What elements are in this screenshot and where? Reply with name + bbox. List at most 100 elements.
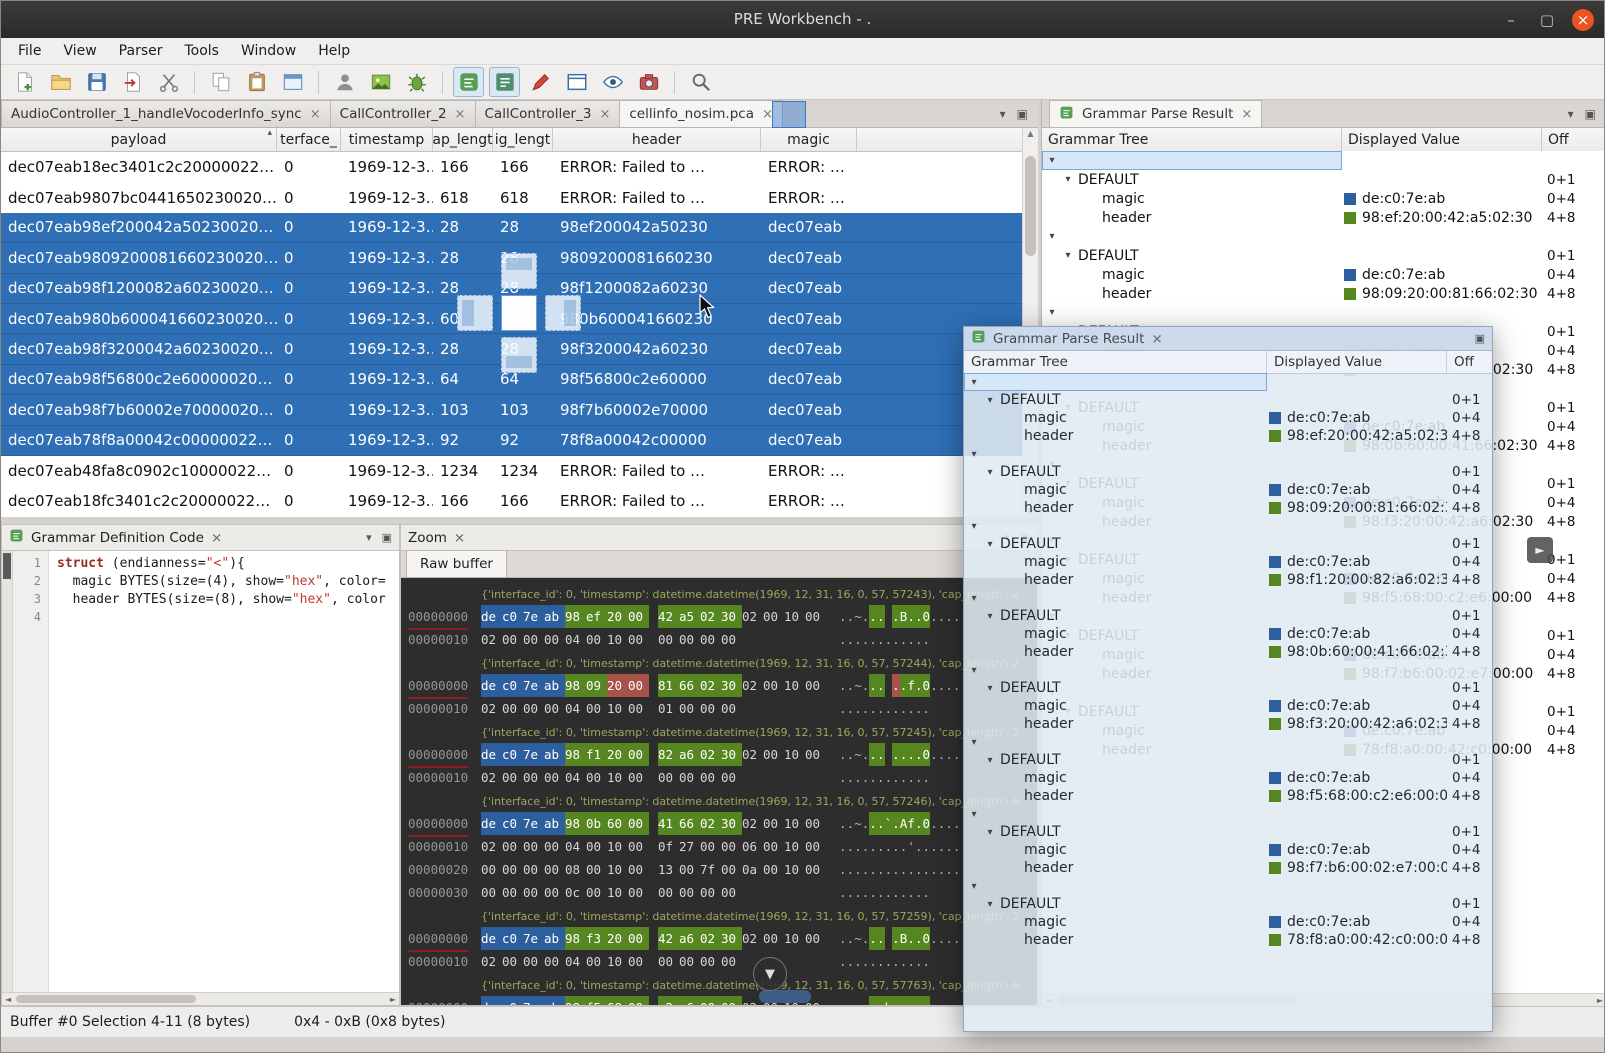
hex-byte[interactable]: 00 bbox=[805, 605, 826, 628]
tree-row-magic[interactable]: magicde:c0:7e:ab0+4 bbox=[964, 769, 1492, 787]
hex-page-down-button[interactable]: ▼ bbox=[753, 957, 787, 991]
hex-byte[interactable]: 42 bbox=[658, 927, 679, 950]
dock-top-target[interactable] bbox=[501, 253, 537, 289]
tree-row-header[interactable]: header98:09:20:00:81:66:02:304+8 bbox=[1042, 284, 1605, 303]
hex-byte[interactable]: f5 bbox=[586, 996, 607, 1005]
hex-byte[interactable]: 00 bbox=[544, 766, 565, 789]
dock-left-target[interactable] bbox=[457, 295, 493, 331]
hex-row[interactable]: 00000020000000000800100013007f000a001000… bbox=[401, 858, 1037, 881]
hex-byte[interactable]: 00 bbox=[763, 812, 784, 835]
hex-byte[interactable]: 04 bbox=[565, 628, 586, 651]
hex-byte[interactable]: de bbox=[481, 605, 502, 628]
hex-byte[interactable]: 30 bbox=[721, 605, 742, 628]
hex-byte[interactable]: 00 bbox=[658, 950, 679, 973]
hex-byte[interactable]: 98 bbox=[565, 743, 586, 766]
hex-view-icon[interactable] bbox=[489, 67, 520, 97]
chevron-down-icon[interactable]: ▾ bbox=[1046, 231, 1058, 242]
hex-byte[interactable]: 20 bbox=[607, 605, 628, 628]
chevron-down-icon[interactable]: ▾ bbox=[984, 827, 996, 838]
hex-byte[interactable]: 00 bbox=[628, 927, 649, 950]
tree-row-header[interactable]: header98:f7:b6:00:02:e7:00:004+8 bbox=[964, 859, 1492, 877]
column-header-grammar-tree[interactable]: Grammar Tree bbox=[964, 351, 1267, 373]
tree-row-root[interactable]: ▾ bbox=[1042, 303, 1605, 322]
tree-row-magic[interactable]: magicde:c0:7e:ab0+4 bbox=[964, 841, 1492, 859]
hex-byte[interactable]: 02 bbox=[481, 766, 502, 789]
hex-byte[interactable]: 00 bbox=[721, 628, 742, 651]
hex-byte[interactable]: 10 bbox=[607, 628, 628, 651]
hex-byte[interactable]: 00 bbox=[805, 743, 826, 766]
table-row[interactable]: dec07eab48fa8c0902c10000022…01969-12-3…1… bbox=[1, 456, 1038, 486]
hex-byte[interactable]: 30 bbox=[721, 674, 742, 697]
chevron-down-icon[interactable]: ▾ bbox=[968, 665, 980, 676]
hex-byte[interactable]: 00 bbox=[700, 881, 721, 904]
hex-byte[interactable]: 00 bbox=[763, 927, 784, 950]
tab-close-icon[interactable]: × bbox=[310, 107, 321, 122]
hex-byte[interactable]: c0 bbox=[502, 996, 523, 1005]
minimize-button[interactable]: – bbox=[1500, 9, 1522, 31]
column-header-offset[interactable]: Off bbox=[1542, 128, 1605, 151]
hex-byte[interactable]: 00 bbox=[628, 628, 649, 651]
chevron-down-icon[interactable]: ▾ bbox=[984, 539, 996, 550]
dock-bottom-target[interactable] bbox=[501, 337, 537, 373]
tree-row-default[interactable]: ▾DEFAULT0+1 bbox=[964, 463, 1492, 481]
chevron-down-icon[interactable]: ▾ bbox=[968, 449, 980, 460]
chevron-down-icon[interactable]: ▾ bbox=[366, 531, 372, 544]
chevron-down-icon[interactable]: ▾ bbox=[984, 755, 996, 766]
tree-row-default[interactable]: ▾DEFAULT0+1 bbox=[1042, 246, 1605, 265]
tree-row-magic[interactable]: magicde:c0:7e:ab0+4 bbox=[1042, 265, 1605, 284]
tree-row-header[interactable]: header98:ef:20:00:42:a5:02:304+8 bbox=[964, 427, 1492, 445]
hex-byte[interactable]: 00 bbox=[721, 996, 742, 1005]
hex-byte[interactable]: c0 bbox=[502, 927, 523, 950]
menu-parser[interactable]: Parser bbox=[108, 40, 174, 62]
hex-byte[interactable]: 00 bbox=[523, 697, 544, 720]
column-header-displayed-value[interactable]: Displayed Value bbox=[1342, 128, 1542, 151]
chevron-down-icon[interactable]: ▾ bbox=[968, 737, 980, 748]
hex-row[interactable]: 00000010020000000400100000000000........… bbox=[401, 628, 1037, 651]
hex-byte[interactable]: 02 bbox=[742, 674, 763, 697]
chevron-down-icon[interactable]: ▾ bbox=[984, 611, 996, 622]
hex-byte[interactable]: 68 bbox=[607, 996, 628, 1005]
hex-byte[interactable]: 30 bbox=[721, 812, 742, 835]
hex-row[interactable]: 00000000dec07eab980920008166023002001000… bbox=[401, 674, 1037, 697]
tab-raw-buffer[interactable]: Raw buffer bbox=[406, 550, 507, 577]
hex-byte[interactable]: 00 bbox=[628, 766, 649, 789]
menu-view[interactable]: View bbox=[52, 40, 107, 62]
hex-byte[interactable]: 00 bbox=[544, 858, 565, 881]
hex-byte[interactable]: 13 bbox=[658, 858, 679, 881]
hex-byte[interactable]: a6 bbox=[679, 927, 700, 950]
hex-byte[interactable]: 66 bbox=[679, 674, 700, 697]
hex-byte[interactable]: 00 bbox=[658, 766, 679, 789]
chevron-down-icon[interactable]: ▾ bbox=[1062, 174, 1074, 185]
hex-byte[interactable]: de bbox=[481, 674, 502, 697]
open-folder-icon[interactable] bbox=[45, 67, 76, 97]
hex-byte[interactable]: de bbox=[481, 996, 502, 1005]
tree-row-root[interactable]: ▾ bbox=[964, 373, 1492, 391]
tree-row-default[interactable]: ▾DEFAULT0+1 bbox=[964, 679, 1492, 697]
scroll-up-icon[interactable]: ▲ bbox=[1023, 129, 1038, 138]
hex-row[interactable]: 00000000dec07eab980b60004166023002001000… bbox=[401, 812, 1037, 835]
hex-byte[interactable]: 10 bbox=[784, 927, 805, 950]
tab-callcontroller_3[interactable]: CallController_3× bbox=[475, 100, 621, 127]
cut-icon[interactable] bbox=[153, 67, 184, 97]
hex-byte[interactable]: c2 bbox=[658, 996, 679, 1005]
chevron-down-icon[interactable]: ▾ bbox=[968, 881, 980, 892]
code-editor[interactable]: struct (endianness="<"){ magic BYTES(siz… bbox=[49, 551, 399, 992]
hex-byte[interactable]: f3 bbox=[586, 927, 607, 950]
hex-byte[interactable]: ab bbox=[544, 605, 565, 628]
tree-row-header[interactable]: header78:f8:a0:00:42:c0:00:004+8 bbox=[964, 931, 1492, 949]
hex-byte[interactable]: a6 bbox=[679, 743, 700, 766]
hex-byte[interactable]: 00 bbox=[523, 858, 544, 881]
hex-byte[interactable]: 00 bbox=[763, 605, 784, 628]
hex-byte[interactable]: 10 bbox=[784, 835, 805, 858]
chevron-down-icon[interactable]: ▾ bbox=[968, 809, 980, 820]
tab-grammar-parse-result[interactable]: Grammar Parse Result × bbox=[1049, 100, 1262, 127]
hex-byte[interactable]: 10 bbox=[607, 835, 628, 858]
chevron-down-icon[interactable]: ▾ bbox=[984, 395, 996, 406]
search-icon[interactable] bbox=[685, 67, 716, 97]
chevron-down-icon[interactable]: ▾ bbox=[984, 899, 996, 910]
hex-byte[interactable]: 00 bbox=[805, 927, 826, 950]
tree-row-root[interactable]: ▾ bbox=[964, 661, 1492, 679]
hex-byte[interactable]: 00 bbox=[502, 697, 523, 720]
hex-byte[interactable]: ab bbox=[544, 743, 565, 766]
scroll-left-icon[interactable]: ◄ bbox=[5, 995, 11, 1004]
